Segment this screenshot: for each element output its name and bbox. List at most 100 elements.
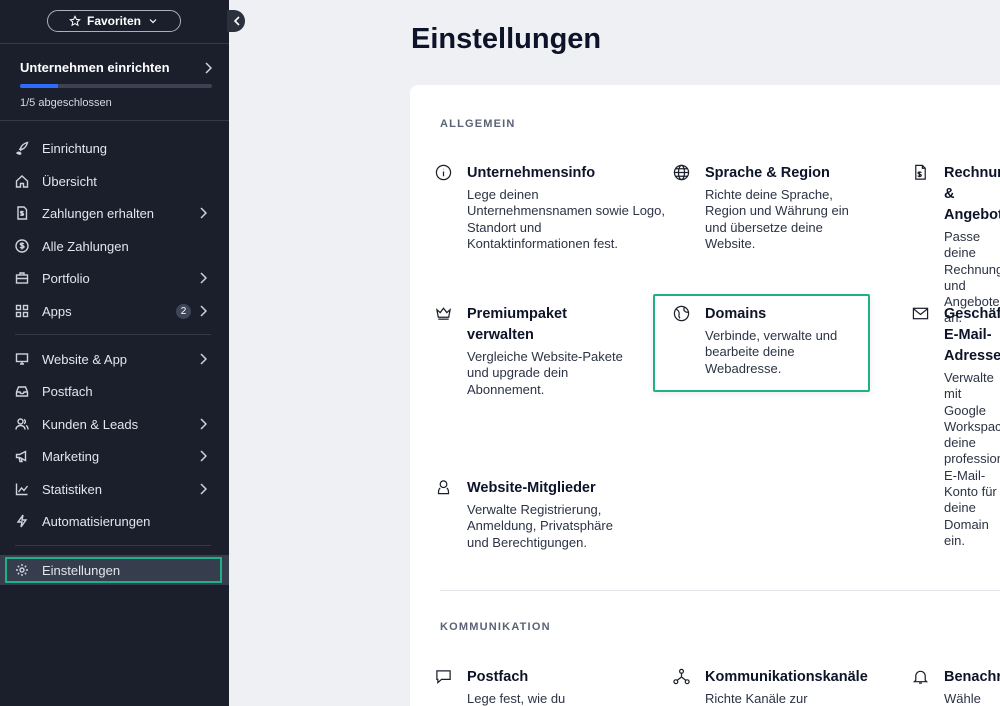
sidebar-item-kunden-leads[interactable]: Kunden & Leads xyxy=(0,409,229,439)
sidebar-item-website-app[interactable]: Website & App xyxy=(0,344,229,374)
chevron-right-icon xyxy=(199,272,209,284)
setup-progress-block[interactable]: Unternehmen einrichten 1/5 abgeschlossen xyxy=(20,60,212,109)
tile-description: Vergleiche Website-Pakete und upgrade de… xyxy=(467,349,623,397)
sidebar-item-automatisierungen[interactable]: Automatisierungen xyxy=(0,506,229,536)
tile-title: Geschäftliche E-Mail-Adressen xyxy=(944,306,1000,364)
inbox-icon xyxy=(15,384,29,398)
chevron-right-icon xyxy=(205,61,212,74)
tile-description: Richte Kanäle zur xyxy=(705,691,808,706)
dollar-icon xyxy=(15,239,29,253)
tile-title: Kommunikationskanäle xyxy=(705,669,868,685)
sidebar-item-label: Portfolio xyxy=(42,270,90,286)
divider xyxy=(15,545,211,546)
tile-geschaeftliche-email[interactable]: Geschäftliche E-Mail-Adressen Verwalte m… xyxy=(944,304,1000,549)
sidebar-item-label: Statistiken xyxy=(42,481,102,497)
tile-postfach[interactable]: Postfach Lege fest, wie du xyxy=(436,667,637,706)
tile-rechnungen[interactable]: Rechnungen & Angebote Passe deine Rechnu… xyxy=(944,163,1000,327)
section-label-kommunikation: KOMMUNIKATION xyxy=(440,621,551,633)
setup-progress-fill xyxy=(20,84,59,88)
mail-icon xyxy=(912,305,929,327)
portfolio-icon xyxy=(15,271,29,285)
tile-description: Lege fest, wie du xyxy=(467,691,566,706)
domains-highlight-box xyxy=(653,294,870,392)
sidebar-item-label: Website & App xyxy=(42,351,128,367)
sidebar-item-statistiken[interactable]: Statistiken xyxy=(0,474,229,504)
info-icon xyxy=(435,164,453,182)
sidebar-item-einrichtung[interactable]: Einrichtung xyxy=(0,133,229,163)
sidebar-item-marketing[interactable]: Marketing xyxy=(0,441,229,471)
sidebar-item-übersicht[interactable]: Übersicht xyxy=(0,166,229,196)
chevron-left-icon xyxy=(233,16,240,26)
sidebar-item-label: Apps xyxy=(42,303,72,319)
tile-title: Postfach xyxy=(467,669,529,685)
chevron-right-icon xyxy=(199,353,209,365)
tile-description: Wähle wer xyxy=(944,691,981,706)
sidebar-item-postfach[interactable]: Postfach xyxy=(0,376,229,406)
star-icon xyxy=(69,15,81,27)
network-icon xyxy=(673,668,691,686)
sidebar-item-label: Einrichtung xyxy=(42,140,108,156)
sidebar-item-label: Marketing xyxy=(42,448,100,464)
count-badge: 2 xyxy=(176,304,191,319)
setup-progress-bar xyxy=(20,84,212,88)
sidebar-item-label: Kunden & Leads xyxy=(42,416,139,432)
setup-progress-text: 1/5 abgeschlossen xyxy=(20,97,112,109)
sidebar-item-label: Postfach xyxy=(42,383,93,399)
chevron-right-icon xyxy=(199,483,209,495)
chat-icon xyxy=(435,668,453,686)
tile-title: Rechnungen & Angebote xyxy=(944,165,1000,223)
chevron-right-icon xyxy=(199,418,209,430)
tile-description: Lege deinen Unternehmensnamen sowie Logo… xyxy=(467,187,666,251)
chevron-right-icon xyxy=(199,305,209,317)
tile-description: Richte deine Sprache, Region und Währung… xyxy=(705,187,849,251)
invoice-icon xyxy=(912,164,929,186)
tile-title: Website-Mitglieder xyxy=(467,480,596,496)
sidebar-item-label: Alle Zahlungen xyxy=(42,238,129,254)
section-divider xyxy=(440,590,1000,591)
favorites-label: Favoriten xyxy=(86,14,141,28)
tile-website-mitglieder[interactable]: Website-Mitglieder Verwalte Registrierun… xyxy=(437,478,627,551)
sidebar-item-portfolio[interactable]: Portfolio xyxy=(0,263,229,293)
monitor-icon xyxy=(15,352,29,366)
tile-description: Verwalte Registrierung, Anmeldung, Priva… xyxy=(467,502,613,550)
tile-title: Unternehmensinfo xyxy=(467,165,596,181)
sidebar-item-apps[interactable]: Apps 2 xyxy=(0,296,229,326)
tile-title: Benachrichtigungen xyxy=(944,669,1000,685)
megaphone-icon xyxy=(15,449,29,463)
setup-title: Unternehmen einrichten xyxy=(20,60,170,75)
people-icon xyxy=(15,417,29,431)
favorites-button[interactable]: Favoriten xyxy=(47,10,181,32)
section-label-allgemein: ALLGEMEIN xyxy=(440,118,516,130)
chevron-right-icon xyxy=(199,207,209,219)
tile-description: Verwalte mit Google Workspace deine prof… xyxy=(944,370,1000,548)
rocket-icon xyxy=(15,141,29,155)
bell-icon xyxy=(912,668,929,690)
sidebar-item-zahlungen-erhalten[interactable]: Zahlungen erhalten xyxy=(0,198,229,228)
tile-unternehmensinfo[interactable]: Unternehmensinfo Lege deinen Unternehmen… xyxy=(435,163,667,252)
sidebar: Favoriten Unternehmen einrichten 1/5 abg… xyxy=(0,0,229,706)
sidebar-item-label: Automatisierungen xyxy=(42,513,151,529)
tile-benachrichtigungen[interactable]: Benachrichtigungen Wähle wer xyxy=(944,667,1000,706)
chevron-down-icon xyxy=(149,19,157,24)
tile-title: Premiumpaket verwalten xyxy=(467,306,567,343)
apps-icon xyxy=(15,304,29,318)
person-icon xyxy=(435,479,453,497)
chevron-right-icon xyxy=(199,450,209,462)
sidebar-item-alle-zahlungen[interactable]: Alle Zahlungen xyxy=(0,231,229,261)
page-title: Einstellungen xyxy=(411,23,602,55)
bolt-icon xyxy=(15,514,29,528)
invoice-icon xyxy=(15,206,29,220)
sidebar-item-label: Zahlungen erhalten xyxy=(42,205,155,221)
tile-title: Sprache & Region xyxy=(705,165,830,181)
divider xyxy=(0,43,229,44)
collapse-sidebar-button[interactable] xyxy=(227,10,245,32)
chart-icon xyxy=(15,482,29,496)
active-item-highlight xyxy=(5,557,222,583)
home-icon xyxy=(15,174,29,188)
tile-sprache-region[interactable]: Sprache & Region Richte deine Sprache, R… xyxy=(673,163,860,252)
sidebar-item-label: Übersicht xyxy=(42,173,97,189)
divider xyxy=(0,120,229,121)
globe-icon xyxy=(673,164,691,182)
tile-premiumpaket[interactable]: Premiumpaket verwalten Vergleiche Websit… xyxy=(435,304,632,398)
tile-kommunikationskanaele[interactable]: Kommunikationskanäle Richte Kanäle zur xyxy=(673,667,895,706)
